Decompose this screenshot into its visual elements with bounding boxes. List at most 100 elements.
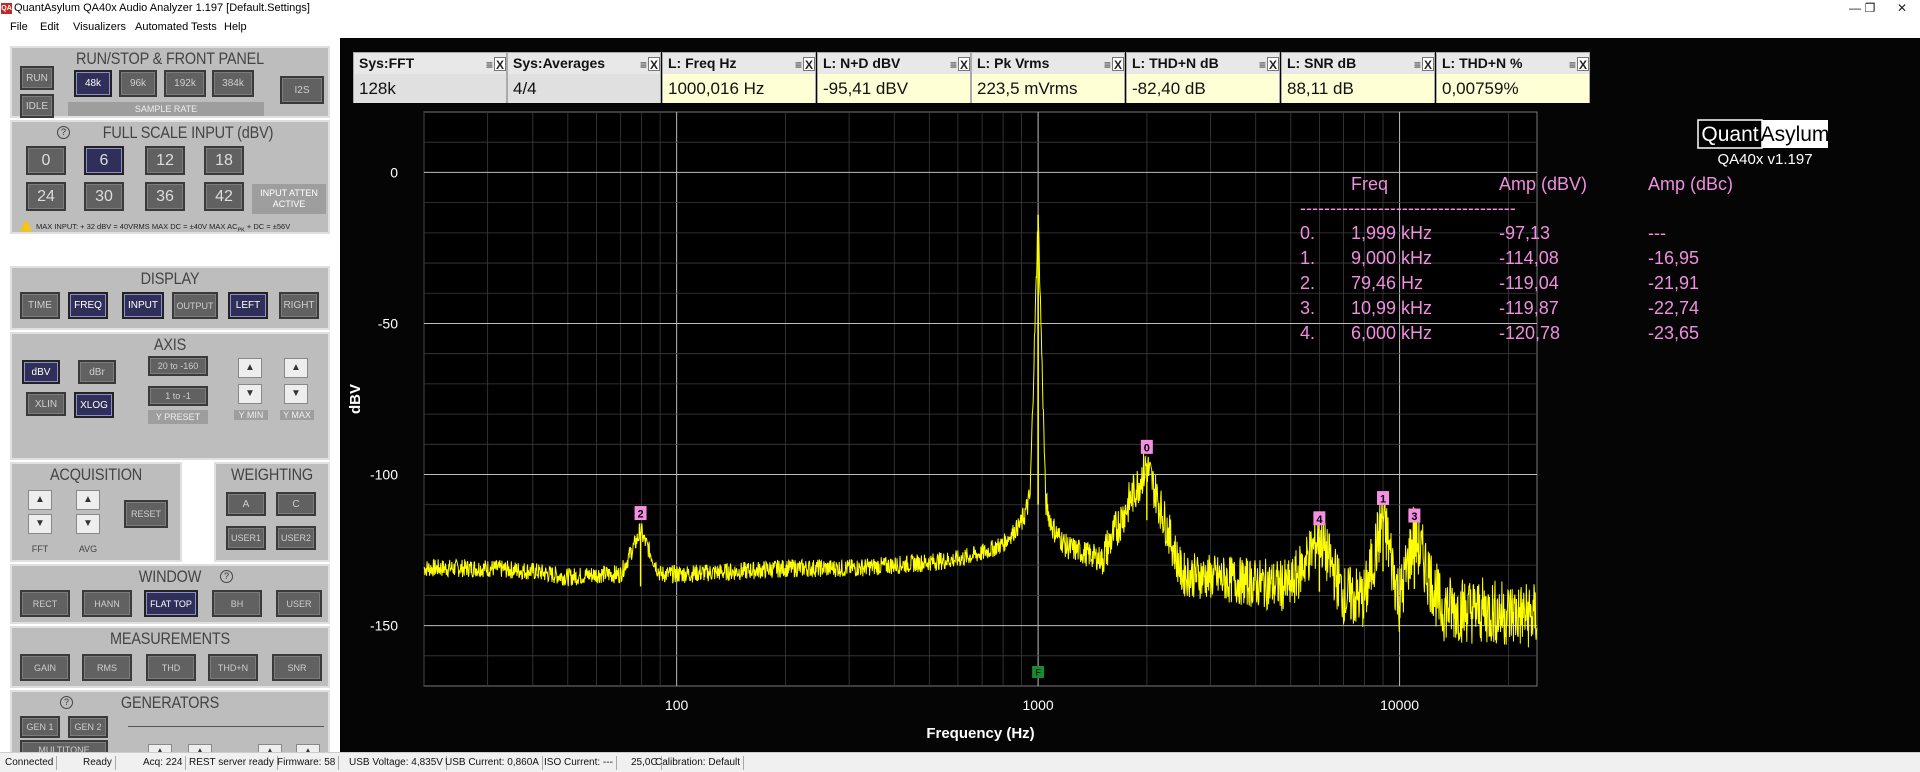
axis-xlog-button[interactable]: XLOG [74, 392, 114, 418]
multitone-button[interactable]: MULTITONE [20, 740, 108, 752]
avg-up-arrow[interactable]: ▲ [76, 490, 100, 510]
meter-menu-icon[interactable]: ≡ [1414, 58, 1421, 72]
generator-connector [128, 726, 324, 727]
gen-up-arrow[interactable]: ▲ [148, 744, 172, 752]
gen1-button[interactable]: GEN 1 [20, 716, 60, 738]
meter-close-icon[interactable]: X [958, 57, 970, 72]
sample-rate-label: SAMPLE RATE [68, 102, 264, 116]
display-output-button[interactable]: OUTPUT [172, 292, 218, 319]
fft-down-arrow[interactable]: ▼ [28, 514, 52, 534]
fs-0-button[interactable]: 0 [26, 146, 66, 175]
fs-24-button[interactable]: 24 [26, 182, 66, 211]
meter-menu-icon[interactable]: ≡ [950, 58, 957, 72]
rate-384k-button[interactable]: 384k [212, 70, 254, 97]
meter-menu-icon[interactable]: ≡ [640, 58, 647, 72]
meter-close-icon[interactable]: X [1422, 57, 1434, 72]
y-min-down-arrow[interactable]: ▼ [238, 384, 262, 404]
fs-30-button[interactable]: 30 [84, 182, 124, 211]
measure-thdn-button[interactable]: THD+N [208, 654, 258, 681]
maximize-button[interactable]: ❐ [1856, 0, 1884, 18]
close-button[interactable]: ✕ [1884, 0, 1920, 18]
y-tick-label: -100 [370, 467, 398, 483]
meter-close-icon[interactable]: X [803, 57, 815, 72]
y-preset-20-160-button[interactable]: 20 to -160 [148, 356, 208, 376]
run-button[interactable]: RUN [20, 66, 54, 90]
measurements-section: MEASUREMENTS GAIN RMS THD THD+N SNR [10, 626, 330, 688]
weighting-c-button[interactable]: C [276, 492, 316, 516]
display-right-button[interactable]: RIGHT [279, 292, 319, 319]
axis-dbr-button[interactable]: dBr [78, 360, 116, 384]
table-header-amp-dbv: Amp (dBV) [1499, 174, 1587, 194]
i2s-button[interactable]: I2S [280, 76, 324, 104]
window-rect-button[interactable]: RECT [20, 590, 70, 617]
meter-menu-icon[interactable]: ≡ [1259, 58, 1266, 72]
meter-value: 128k [354, 74, 506, 103]
section-title: DISPLAY [140, 269, 200, 288]
meter-menu-icon[interactable]: ≡ [1569, 58, 1576, 72]
measure-thd-button[interactable]: THD [146, 654, 196, 681]
gen-up-arrow-3[interactable]: ▲ [258, 744, 282, 752]
table-row-freq: 79,46 Hz [1351, 273, 1423, 293]
meter-controls: ≡ X [1414, 57, 1434, 72]
avg-down-arrow[interactable]: ▼ [76, 514, 100, 534]
harmonic-marker-label: 2 [637, 509, 643, 521]
display-time-button[interactable]: TIME [20, 292, 60, 319]
idle-button[interactable]: IDLE [20, 94, 54, 118]
meter-1: Sys:Averages ≡ X 4/4 [507, 52, 661, 103]
display-input-button[interactable]: INPUT [122, 292, 164, 319]
y-min-up-arrow[interactable]: ▲ [238, 358, 262, 378]
meter-menu-icon[interactable]: ≡ [795, 58, 802, 72]
menu-edit[interactable]: Edit [40, 21, 59, 33]
reset-button[interactable]: RESET [124, 500, 168, 528]
display-left-button[interactable]: LEFT [228, 292, 268, 319]
weighting-user2-button[interactable]: USER2 [276, 526, 316, 550]
fs-12-button[interactable]: 12 [145, 146, 185, 175]
axis-xlin-button[interactable]: XLIN [26, 392, 66, 416]
weighting-section: WEIGHTING A C USER1 USER2 [214, 462, 330, 562]
menu-visualizers[interactable]: Visualizers [73, 21, 126, 33]
measure-gain-button[interactable]: GAIN [20, 654, 70, 681]
window-flattop-button[interactable]: FLAT TOP [144, 590, 198, 617]
display-freq-button[interactable]: FREQ [68, 292, 108, 319]
help-icon[interactable]: ? [220, 570, 233, 583]
meter-close-icon[interactable]: X [648, 57, 660, 72]
y-preset-1-1-button[interactable]: 1 to -1 [148, 386, 208, 406]
logo-left-text: Quant [1701, 123, 1758, 146]
table-row-dbv: -119,87 [1499, 298, 1559, 318]
meter-close-icon[interactable]: X [1577, 57, 1589, 72]
weighting-a-button[interactable]: A [226, 492, 266, 516]
table-separator: ------------------------------------ [1300, 198, 1516, 218]
window-section: WINDOW ? RECT HANN FLAT TOP BH USER [10, 564, 330, 624]
fs-42-button[interactable]: 42 [204, 182, 244, 211]
rate-48k-button[interactable]: 48k [74, 70, 112, 97]
display-section: DISPLAY TIME FREQ INPUT OUTPUT LEFT RIGH… [10, 266, 330, 330]
y-max-up-arrow[interactable]: ▲ [284, 358, 308, 378]
meter-menu-icon[interactable]: ≡ [486, 58, 493, 72]
menu-file[interactable]: File [10, 21, 28, 33]
fs-18-button[interactable]: 18 [204, 146, 244, 175]
window-bh-button[interactable]: BH [212, 590, 262, 617]
meter-name: L: SNR dB [1282, 53, 1434, 74]
meter-close-icon[interactable]: X [1112, 57, 1124, 72]
gen2-button[interactable]: GEN 2 [68, 716, 108, 738]
window-hann-button[interactable]: HANN [82, 590, 132, 617]
y-max-down-arrow[interactable]: ▼ [284, 384, 308, 404]
y-min-label: Y MIN [234, 410, 268, 420]
menu-help[interactable]: Help [224, 21, 247, 33]
fs-6-button[interactable]: 6 [84, 146, 124, 175]
gen-up-arrow-2[interactable]: ▲ [188, 744, 212, 752]
meter-close-icon[interactable]: X [1267, 57, 1279, 72]
window-user-button[interactable]: USER [276, 590, 322, 617]
fs-36-button[interactable]: 36 [145, 182, 185, 211]
rate-192k-button[interactable]: 192k [164, 70, 206, 97]
measure-snr-button[interactable]: SNR [272, 654, 322, 681]
axis-dbv-button[interactable]: dBV [22, 360, 60, 384]
meter-close-icon[interactable]: X [494, 57, 506, 72]
measure-rms-button[interactable]: RMS [82, 654, 132, 681]
menu-automated-tests[interactable]: Automated Tests [135, 21, 217, 33]
rate-96k-button[interactable]: 96k [119, 70, 157, 97]
weighting-user1-button[interactable]: USER1 [226, 526, 266, 550]
meter-menu-icon[interactable]: ≡ [1104, 58, 1111, 72]
gen-up-arrow-4[interactable]: ▲ [296, 744, 320, 752]
fft-up-arrow[interactable]: ▲ [28, 490, 52, 510]
